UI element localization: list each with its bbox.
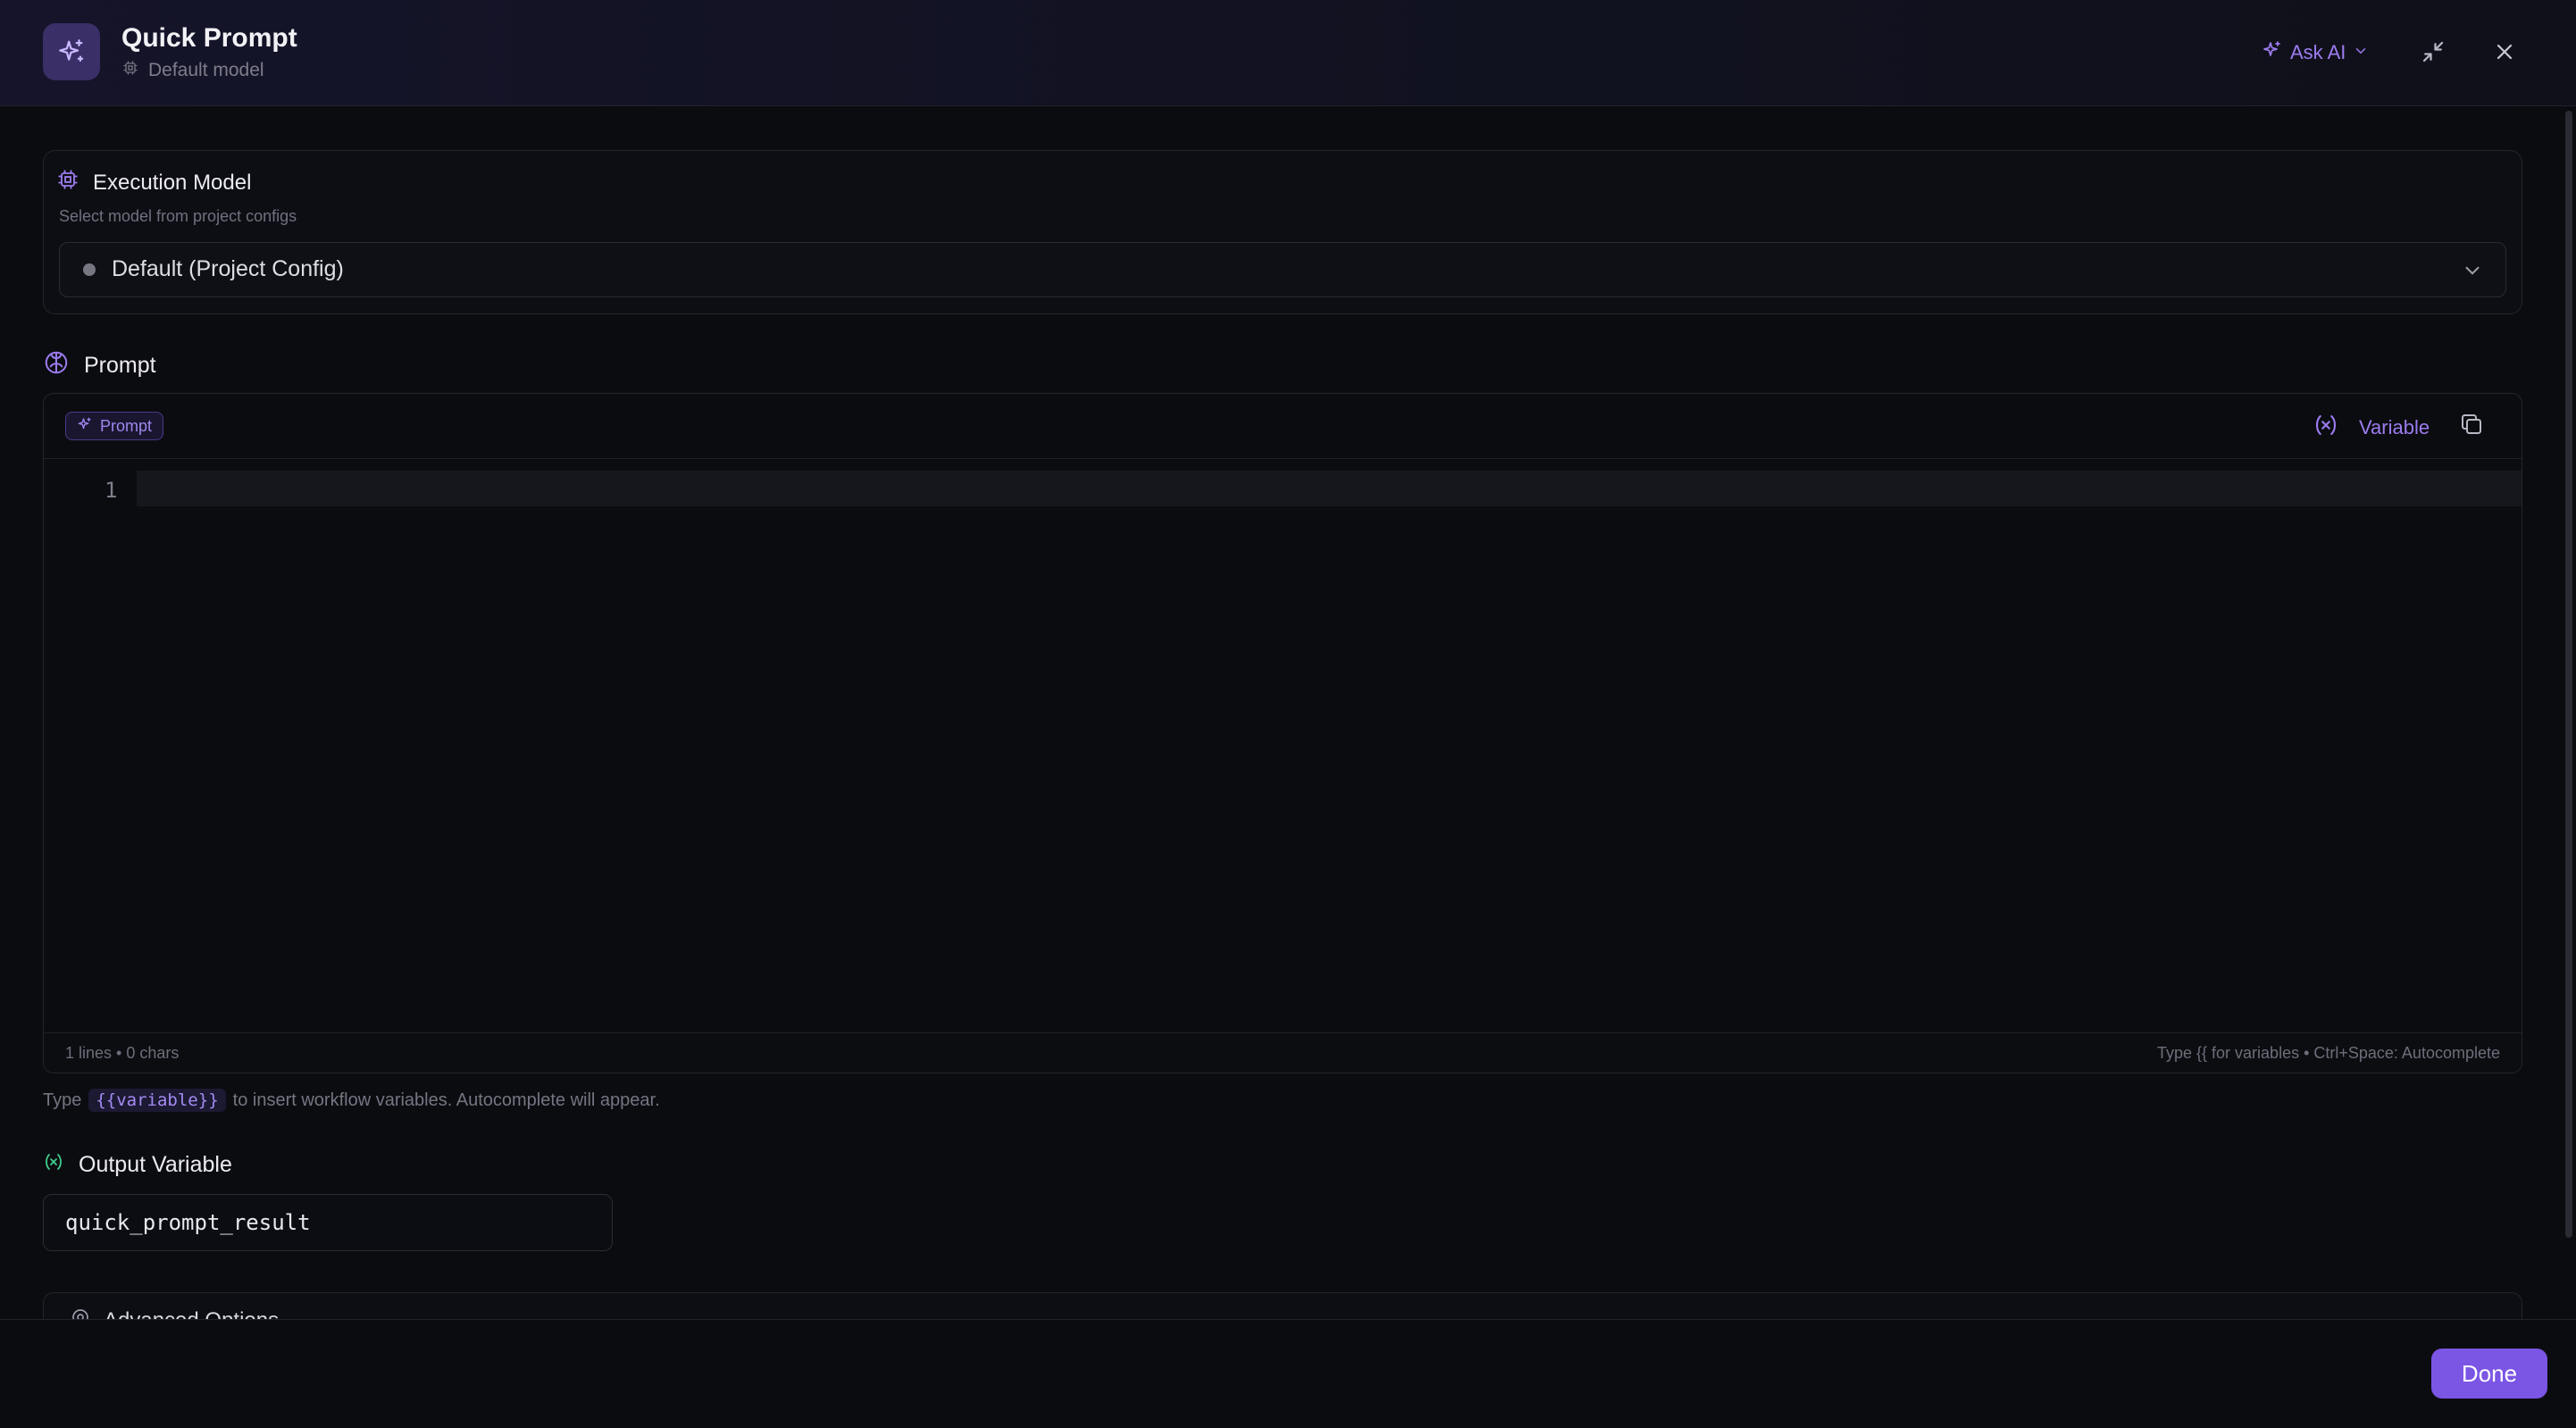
close-button[interactable] bbox=[2487, 36, 2522, 71]
insert-variable-button[interactable]: Variable bbox=[2313, 412, 2430, 444]
ask-ai-button[interactable]: Ask AI bbox=[2262, 39, 2369, 66]
chevron-down-icon bbox=[2461, 259, 2484, 287]
model-select[interactable]: Default (Project Config) bbox=[59, 242, 2506, 297]
editor-status-bar: 1 lines • 0 chars Type {{ for variables … bbox=[44, 1032, 2522, 1073]
status-dot bbox=[83, 263, 96, 276]
sparkle-icon bbox=[77, 416, 93, 437]
hint-text-after: to insert workflow variables. Autocomple… bbox=[232, 1090, 660, 1110]
model-select-value: Default (Project Config) bbox=[112, 256, 344, 281]
ask-ai-label: Ask AI bbox=[2290, 41, 2346, 63]
execution-model-description: Select model from project configs bbox=[59, 207, 297, 225]
close-icon bbox=[2492, 39, 2517, 69]
collapse-icon bbox=[2420, 38, 2446, 70]
advanced-options-header[interactable]: Advanced Options bbox=[70, 1307, 279, 1319]
active-line bbox=[137, 471, 2522, 506]
execution-model-heading: Execution Model bbox=[55, 167, 251, 198]
advanced-options-label: Advanced Options bbox=[104, 1308, 279, 1320]
sparkle-icon bbox=[2262, 39, 2283, 66]
variable-icon bbox=[2313, 412, 2339, 444]
output-variable-heading: Output Variable bbox=[43, 1151, 232, 1179]
output-variable-input[interactable] bbox=[43, 1194, 613, 1251]
prompt-heading-label: Prompt bbox=[84, 353, 156, 378]
dialog-body: Execution Model Select model from projec… bbox=[0, 106, 2560, 1319]
copy-button[interactable] bbox=[2455, 410, 2488, 442]
hint-text-before: Type bbox=[43, 1090, 82, 1110]
hint-code: {{variable}} bbox=[88, 1089, 226, 1112]
prompt-editor: Prompt Variable 1 1 lines • 0 chars Type… bbox=[43, 393, 2522, 1073]
prompt-code-input[interactable]: 1 bbox=[44, 458, 2522, 1030]
dialog-title: Quick Prompt bbox=[121, 23, 297, 53]
brain-icon bbox=[43, 349, 70, 382]
model-subtitle: Default model bbox=[121, 59, 264, 82]
dialog-header: Quick Prompt Default model Ask AI bbox=[0, 0, 2576, 106]
prompt-chip-label: Prompt bbox=[100, 416, 153, 435]
done-button[interactable]: Done bbox=[2431, 1349, 2547, 1399]
sparkle-icon bbox=[43, 23, 100, 80]
line-number: 1 bbox=[105, 478, 118, 503]
editor-toolbar: Prompt Variable bbox=[44, 394, 2522, 459]
collapse-button[interactable] bbox=[2415, 36, 2451, 71]
variable-hint: Type {{variable}} to insert workflow var… bbox=[43, 1089, 660, 1112]
chevron-down-icon bbox=[2353, 41, 2369, 64]
variable-button-label: Variable bbox=[2359, 416, 2430, 438]
execution-model-title: Execution Model bbox=[93, 170, 252, 195]
dialog-footer bbox=[0, 1319, 2576, 1428]
variable-icon bbox=[43, 1151, 64, 1179]
editor-shortcuts-hint: Type {{ for variables • Ctrl+Space: Auto… bbox=[2156, 1044, 2500, 1062]
chip-icon bbox=[121, 59, 139, 82]
scrollbar-thumb[interactable] bbox=[2565, 111, 2572, 1238]
editor-stats: 1 lines • 0 chars bbox=[65, 1044, 180, 1062]
prompt-heading: Prompt bbox=[43, 349, 156, 382]
advanced-options-card[interactable] bbox=[43, 1292, 2522, 1319]
chip-icon bbox=[55, 167, 80, 198]
settings-icon bbox=[70, 1307, 91, 1319]
model-subtitle-label: Default model bbox=[148, 60, 264, 80]
prompt-chip: Prompt bbox=[65, 412, 164, 440]
copy-icon bbox=[2458, 411, 2485, 442]
output-variable-label: Output Variable bbox=[79, 1152, 232, 1177]
